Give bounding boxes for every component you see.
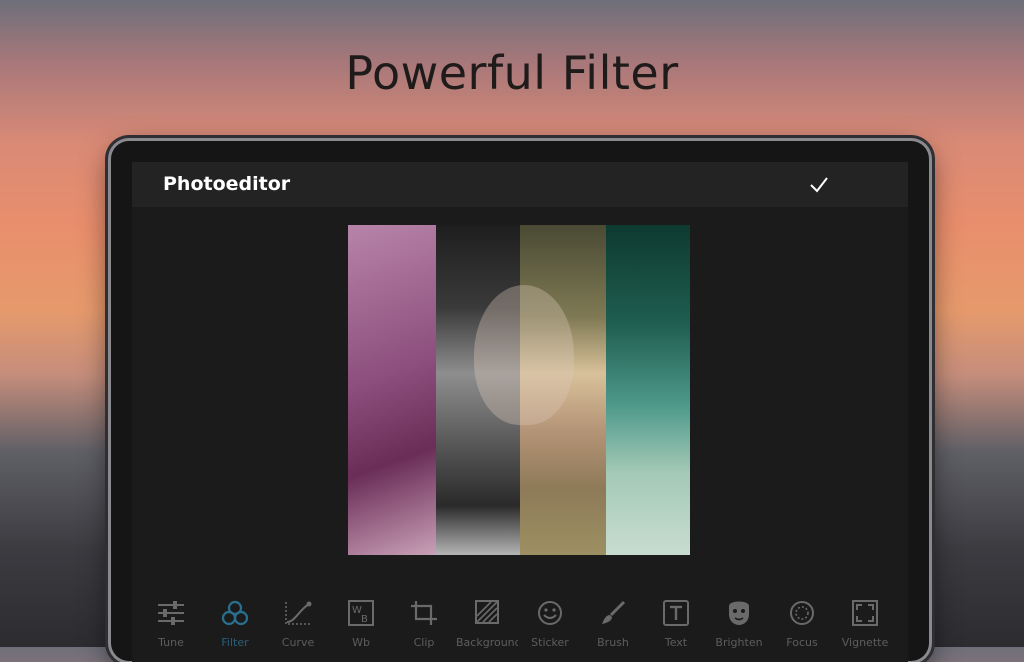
tool-label: Curve (281, 636, 315, 649)
tool-brighten[interactable]: Brighten (708, 600, 770, 660)
tool-focus[interactable]: Focus (771, 600, 833, 660)
tool-label: Wb (352, 636, 370, 649)
tool-brush[interactable]: Brush (582, 600, 644, 660)
vignette-icon (852, 600, 878, 626)
checkmark-icon (810, 177, 828, 193)
crop-icon (411, 601, 437, 625)
confirm-button[interactable] (805, 171, 833, 199)
text-box-icon (663, 600, 689, 626)
curve-icon (285, 601, 312, 625)
filter-strip-teal (606, 225, 690, 555)
tool-label: Text (664, 636, 688, 649)
tool-background[interactable]: Background (456, 600, 518, 660)
tool-filter[interactable]: Filter (204, 600, 266, 660)
top-bar: Photoeditor (132, 162, 908, 207)
smiley-icon (538, 601, 562, 625)
focus-icon (790, 601, 814, 625)
filter-circles-icon (221, 600, 249, 626)
tool-tune[interactable]: Tune (140, 600, 202, 660)
white-balance-icon: W B (348, 600, 374, 626)
tool-label: Vignette (841, 636, 889, 649)
tool-curve[interactable]: Curve (267, 600, 329, 660)
tool-bar: Tune Filter Curve W B Wb Clip Background… (132, 590, 908, 662)
photo-preview[interactable] (348, 225, 690, 555)
tool-label: Sticker (531, 636, 569, 649)
tool-text[interactable]: Text (645, 600, 707, 660)
tool-sticker[interactable]: Sticker (519, 600, 581, 660)
tool-label: Tune (158, 636, 184, 649)
app-title: Photoeditor (163, 173, 291, 195)
tool-label: Filter (221, 636, 249, 649)
portrait-highlight (474, 285, 574, 425)
tool-label: Background (456, 636, 518, 649)
tool-label: Clip (413, 636, 435, 649)
tablet-frame: Photoeditor Tune Filter Curve W B Wb Cli… (111, 141, 929, 662)
tool-label: Brighten (715, 636, 763, 649)
tool-wb[interactable]: W B Wb (330, 600, 392, 660)
brush-icon (602, 600, 626, 624)
filter-strip-purple (348, 225, 436, 555)
tool-clip[interactable]: Clip (393, 600, 455, 660)
tool-label: Focus (786, 636, 818, 649)
tool-label: Brush (597, 636, 629, 649)
background-icon (475, 600, 499, 624)
svg-text:B: B (361, 614, 368, 625)
face-mask-icon (729, 601, 749, 625)
app-screen: Photoeditor Tune Filter Curve W B Wb Cli… (132, 162, 908, 662)
tool-vignette[interactable]: Vignette (834, 600, 896, 660)
hero-title: Powerful Filter (345, 46, 679, 100)
sliders-icon (158, 601, 184, 625)
